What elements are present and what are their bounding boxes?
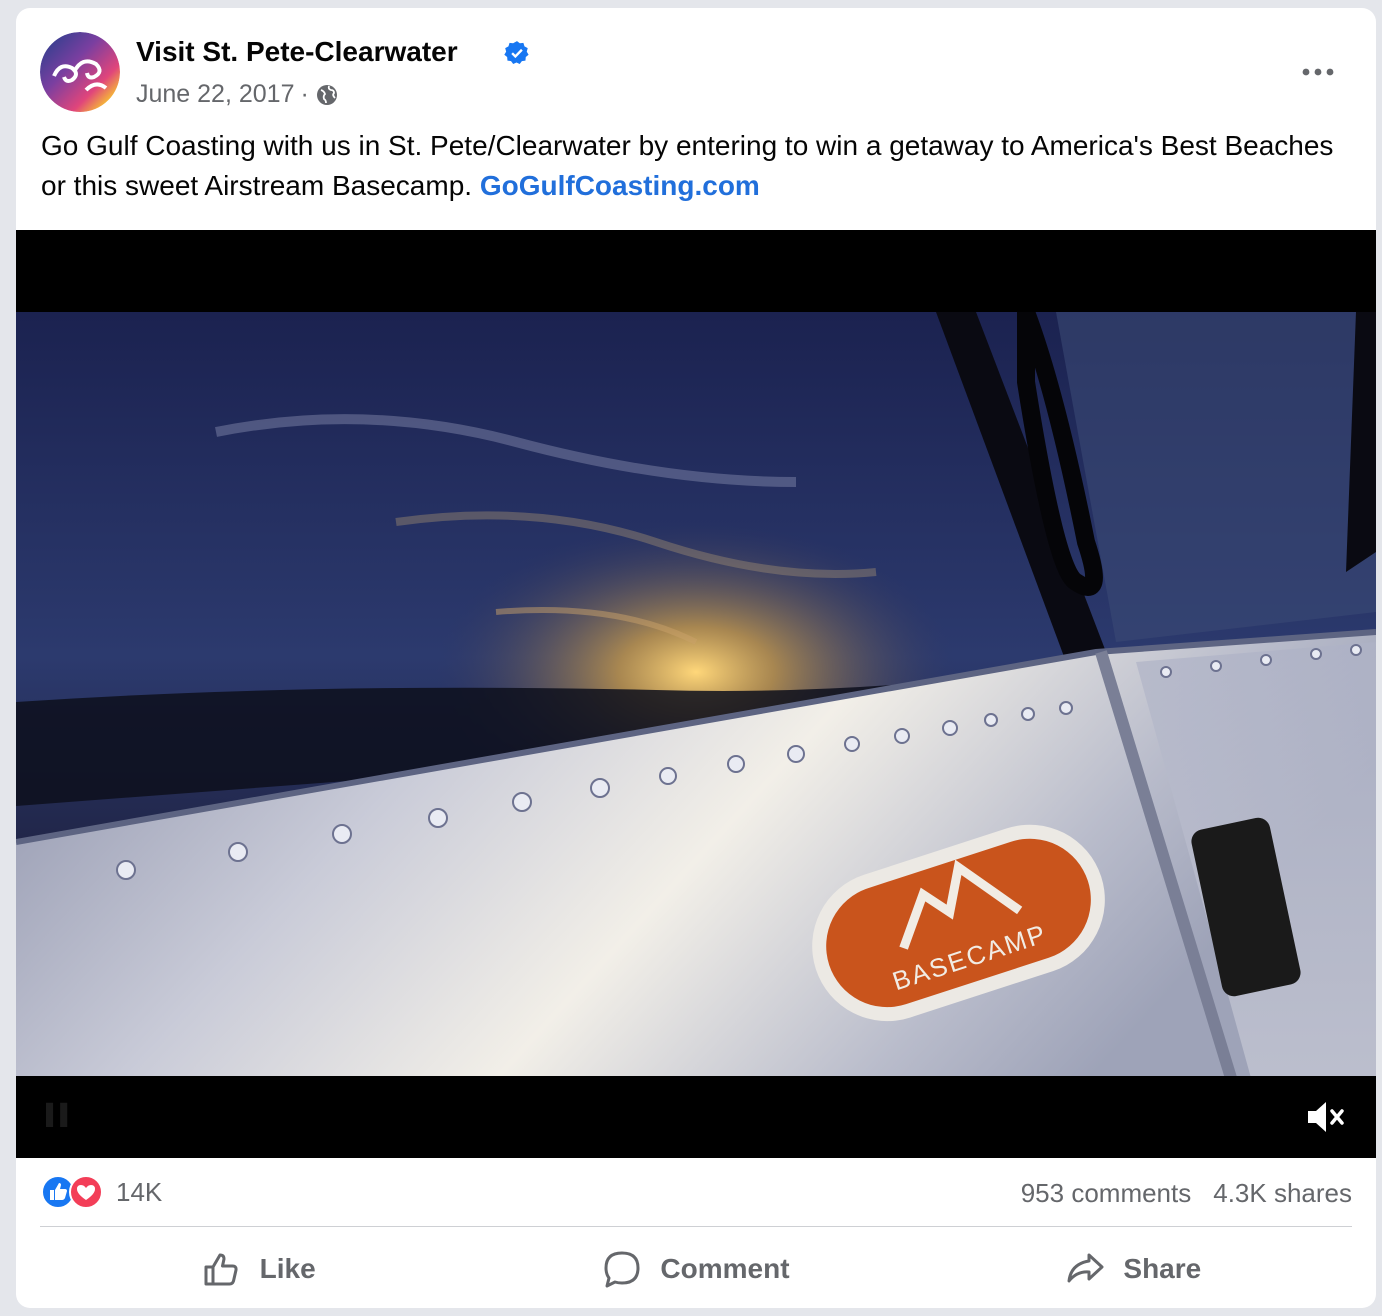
share-label: Share bbox=[1123, 1253, 1202, 1284]
muted-speaker-icon bbox=[1308, 1102, 1344, 1132]
actions-divider bbox=[40, 1226, 1352, 1227]
shares-count-link[interactable]: 4.3K shares bbox=[1213, 1178, 1352, 1208]
reaction-count: 14K bbox=[116, 1176, 163, 1207]
engagement-counts: 953 comments 4.3K shares bbox=[999, 1178, 1352, 1209]
post-actions: Like Comment Share bbox=[40, 1234, 1352, 1304]
page-avatar[interactable] bbox=[40, 32, 120, 112]
faint-play-icon[interactable]: ▌▌ bbox=[46, 1104, 74, 1127]
meta-separator: · bbox=[300, 80, 309, 108]
post-meta: June 22, 2017 · bbox=[136, 80, 339, 109]
verified-badge-icon bbox=[504, 41, 529, 64]
like-button[interactable]: Like bbox=[40, 1234, 477, 1304]
reactions-summary[interactable]: 14K bbox=[40, 1174, 162, 1210]
post-date-link[interactable]: June 22, 2017 bbox=[136, 80, 294, 109]
comments-count-link[interactable]: 953 comments bbox=[1021, 1178, 1192, 1208]
comment-label: Comment bbox=[660, 1253, 790, 1284]
video-controls: ▌▌ bbox=[16, 1076, 1376, 1158]
comment-bubble-icon bbox=[604, 1251, 640, 1288]
comment-button[interactable]: Comment bbox=[477, 1234, 914, 1304]
caption-link[interactable]: GoGulfCoasting.com bbox=[480, 170, 760, 201]
video-player[interactable]: BASECAMP ▌▌ bbox=[16, 230, 1376, 1158]
love-reaction-icon bbox=[69, 1175, 103, 1209]
page-name-link[interactable]: Visit St. Pete-Clearwater bbox=[136, 36, 458, 68]
more-options-button[interactable] bbox=[1294, 54, 1342, 90]
post-card: Visit St. Pete-Clearwater June 22, 2017 … bbox=[16, 8, 1376, 1308]
video-frame: BASECAMP bbox=[16, 312, 1376, 1078]
post-stats: 14K 953 comments 4.3K shares bbox=[40, 1172, 1352, 1216]
thumbs-up-icon bbox=[204, 1253, 238, 1286]
more-options-icon bbox=[1302, 68, 1334, 76]
post-caption: Go Gulf Coasting with us in St. Pete/Cle… bbox=[41, 126, 1361, 206]
mute-button[interactable] bbox=[1302, 1094, 1348, 1140]
share-arrow-icon bbox=[1067, 1253, 1104, 1283]
share-button[interactable]: Share bbox=[915, 1234, 1352, 1304]
like-label: Like bbox=[259, 1253, 316, 1284]
globe-icon bbox=[316, 84, 337, 105]
post-header: Visit St. Pete-Clearwater June 22, 2017 … bbox=[40, 30, 1352, 120]
